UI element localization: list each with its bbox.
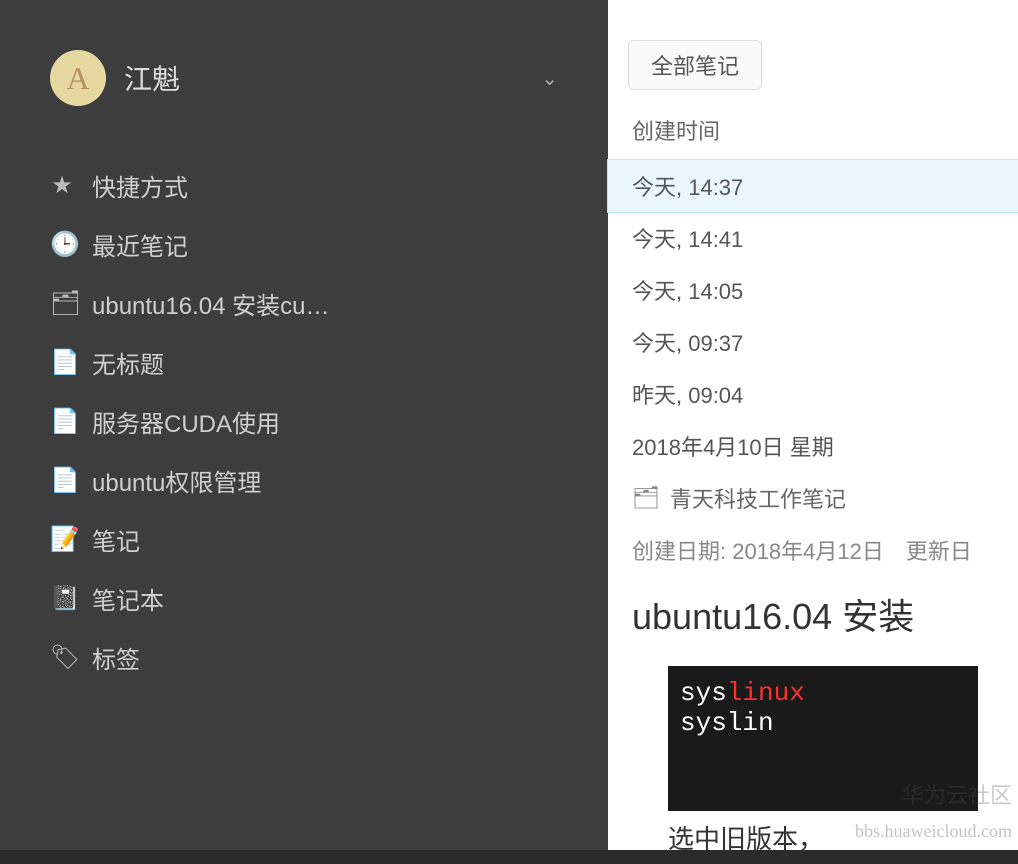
thumb-line: syslinux bbox=[680, 678, 966, 708]
sidebar-item-5[interactable]: 📄 ubuntu权限管理 bbox=[50, 451, 558, 510]
sidebar-item-1[interactable]: 🕒 最近笔记 bbox=[50, 215, 558, 274]
thumb-line: syslin bbox=[680, 708, 966, 738]
sidebar-item-label: 标签 bbox=[92, 640, 140, 675]
note-list-row[interactable]: 今天, 14:37 bbox=[608, 160, 1018, 212]
profile-row[interactable]: A 江魁 ⌄ bbox=[20, 40, 588, 136]
tabs-row: 全部笔记 bbox=[608, 0, 1018, 100]
main-panel: 全部笔记 创建时间 今天, 14:37今天, 14:41今天, 14:05今天,… bbox=[608, 0, 1018, 850]
sidebar-item-6[interactable]: 📝 笔记 bbox=[50, 510, 558, 569]
notes-app-background: A 江魁 ⌄ ★快捷方式🕒最近笔记🗂ubuntu16.04 安装cu…📄无标题📄… bbox=[0, 0, 1018, 850]
sidebar-item-0[interactable]: ★ 快捷方式 bbox=[50, 156, 558, 215]
all-notes-button[interactable]: 全部笔记 bbox=[628, 40, 762, 90]
note-list-row[interactable]: 今天, 14:41 bbox=[608, 212, 1018, 264]
note-list-row[interactable]: 2018年4月10日 星期 bbox=[608, 420, 1018, 472]
username-label: 江魁 bbox=[124, 58, 523, 98]
sidebar-item-icon: 🏷 bbox=[50, 643, 74, 672]
sidebar-item-label: ubuntu权限管理 bbox=[92, 463, 261, 498]
sidebar-item-icon: 📝 bbox=[50, 525, 74, 554]
chevron-down-icon[interactable]: ⌄ bbox=[541, 66, 558, 91]
note-meta: 创建日期: 2018年4月12日 更新日 bbox=[608, 524, 1018, 576]
sidebar-item-label: 快捷方式 bbox=[92, 168, 188, 203]
sidebar-item-label: 最近笔记 bbox=[92, 227, 188, 262]
sidebar: A 江魁 ⌄ ★快捷方式🕒最近笔记🗂ubuntu16.04 安装cu…📄无标题📄… bbox=[0, 0, 608, 850]
sidebar-item-label: 笔记本 bbox=[92, 581, 164, 616]
watermark-url: bbs.huaweicloud.com bbox=[855, 821, 1012, 842]
note-list-row[interactable]: 今天, 09:37 bbox=[608, 316, 1018, 368]
sidebar-nav: ★ 快捷方式 🕒 最近笔记 🗂 ubuntu16.04 安装cu… 📄 无标题 📄 服务器CUDA… bbox=[20, 136, 588, 707]
sidebar-item-icon: 🗂 bbox=[50, 289, 74, 318]
note-list: 今天, 14:37今天, 14:41今天, 14:05今天, 09:37昨天, … bbox=[608, 160, 1018, 472]
sidebar-item-4[interactable]: 📄 服务器CUDA使用 bbox=[50, 392, 558, 451]
sidebar-item-icon: 📄 bbox=[50, 348, 74, 377]
avatar: A bbox=[50, 50, 106, 106]
note-title: ubuntu16.04 安装 bbox=[608, 576, 1018, 652]
watermark-text: 华为云社区 bbox=[902, 778, 1012, 810]
sidebar-item-icon: 🕒 bbox=[50, 230, 74, 259]
note-list-row[interactable]: 今天, 14:05 bbox=[608, 264, 1018, 316]
sidebar-item-label: 无标题 bbox=[92, 345, 164, 380]
sidebar-item-icon: ★ bbox=[50, 171, 74, 200]
sidebar-item-2[interactable]: 🗂 ubuntu16.04 安装cu… bbox=[50, 274, 558, 333]
notebook-tag-row[interactable]: 🗂 青天科技工作笔记 bbox=[608, 472, 1018, 524]
sidebar-item-icon: 📓 bbox=[50, 584, 74, 613]
notebook-tag-label: 青天科技工作笔记 bbox=[670, 482, 846, 514]
note-list-row[interactable]: 昨天, 09:04 bbox=[608, 368, 1018, 420]
sidebar-item-3[interactable]: 📄 无标题 bbox=[50, 333, 558, 392]
sidebar-item-label: ubuntu16.04 安装cu… bbox=[92, 286, 329, 321]
sidebar-item-label: 笔记 bbox=[92, 522, 140, 557]
notebook-icon: 🗂 bbox=[632, 485, 660, 511]
sidebar-item-icon: 📄 bbox=[50, 407, 74, 436]
sidebar-item-icon: 📄 bbox=[50, 466, 74, 495]
column-header[interactable]: 创建时间 bbox=[608, 100, 1018, 160]
sidebar-item-8[interactable]: 🏷 标签 bbox=[50, 628, 558, 687]
sidebar-item-7[interactable]: 📓 笔记本 bbox=[50, 569, 558, 628]
sidebar-item-label: 服务器CUDA使用 bbox=[92, 404, 280, 439]
